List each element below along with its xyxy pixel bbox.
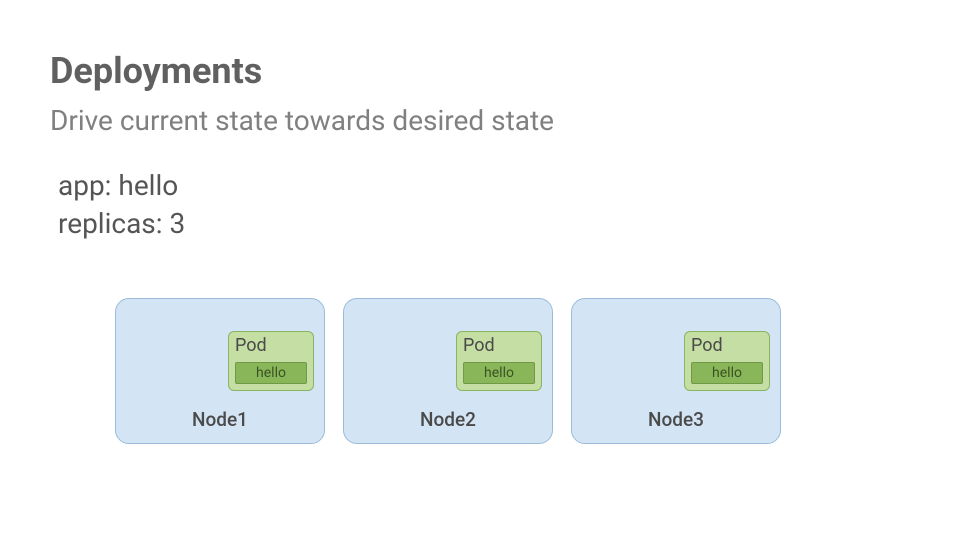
container-label: hello: [256, 366, 286, 380]
container-chip: hello: [235, 362, 307, 384]
pod-title: Pod: [463, 337, 535, 355]
container-label: hello: [712, 366, 742, 380]
node-box-1: Pod hello Node1: [115, 298, 325, 444]
node-label: Node1: [116, 408, 324, 431]
pod-title: Pod: [691, 337, 763, 355]
node-label: Node3: [572, 408, 780, 431]
node-box-2: Pod hello Node2: [343, 298, 553, 444]
nodes-row: Pod hello Node1 Pod hello Node2 Pod hell…: [115, 298, 910, 444]
pod-box: Pod hello: [228, 331, 314, 391]
deployment-spec: app: hello replicas: 3: [58, 167, 910, 243]
pod-title: Pod: [235, 337, 307, 355]
container-chip: hello: [691, 362, 763, 384]
pod-box: Pod hello: [456, 331, 542, 391]
container-chip: hello: [463, 362, 535, 384]
spec-app-line: app: hello: [58, 167, 910, 205]
container-label: hello: [484, 366, 514, 380]
node-label: Node2: [344, 408, 552, 431]
node-box-3: Pod hello Node3: [571, 298, 781, 444]
pod-box: Pod hello: [684, 331, 770, 391]
slide-subtitle: Drive current state towards desired stat…: [50, 104, 910, 137]
spec-replicas-line: replicas: 3: [58, 205, 910, 243]
slide-title: Deployments: [50, 50, 910, 92]
